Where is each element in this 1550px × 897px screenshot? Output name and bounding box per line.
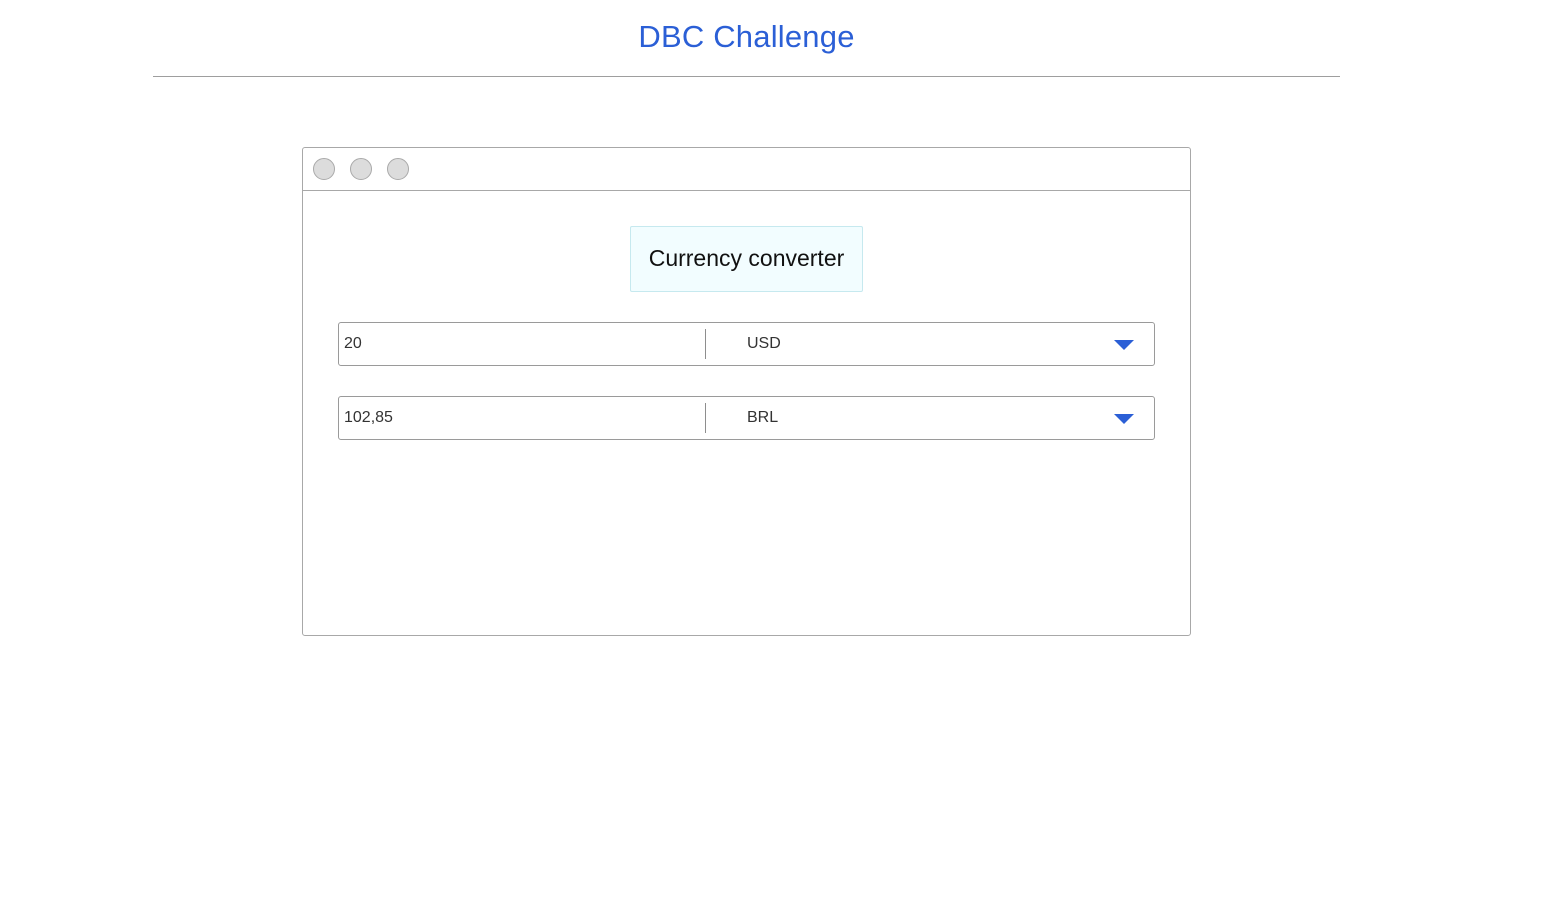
source-currency-select[interactable]: USD (706, 323, 1154, 365)
page-title: DBC Challenge (638, 19, 855, 54)
window-dot-icon[interactable] (387, 158, 409, 180)
window-dot-icon[interactable] (313, 158, 335, 180)
target-currency-value: BRL (747, 409, 779, 426)
window-titlebar (303, 148, 1190, 191)
page-header: DBC Challenge (153, 0, 1340, 77)
chevron-down-icon[interactable] (1114, 340, 1134, 350)
converter-title: Currency converter (630, 226, 863, 292)
page: DBC Challenge Currency converter USD BRL (0, 0, 1550, 897)
target-amount-input[interactable] (339, 397, 705, 439)
source-amount-input[interactable] (339, 323, 705, 365)
window-dot-icon[interactable] (350, 158, 372, 180)
chevron-down-icon[interactable] (1114, 414, 1134, 424)
source-currency-row: USD (338, 322, 1155, 366)
target-currency-select[interactable]: BRL (706, 397, 1154, 439)
target-currency-row: BRL (338, 396, 1155, 440)
source-currency-value: USD (747, 335, 781, 352)
app-window: Currency converter USD BRL (302, 147, 1191, 636)
